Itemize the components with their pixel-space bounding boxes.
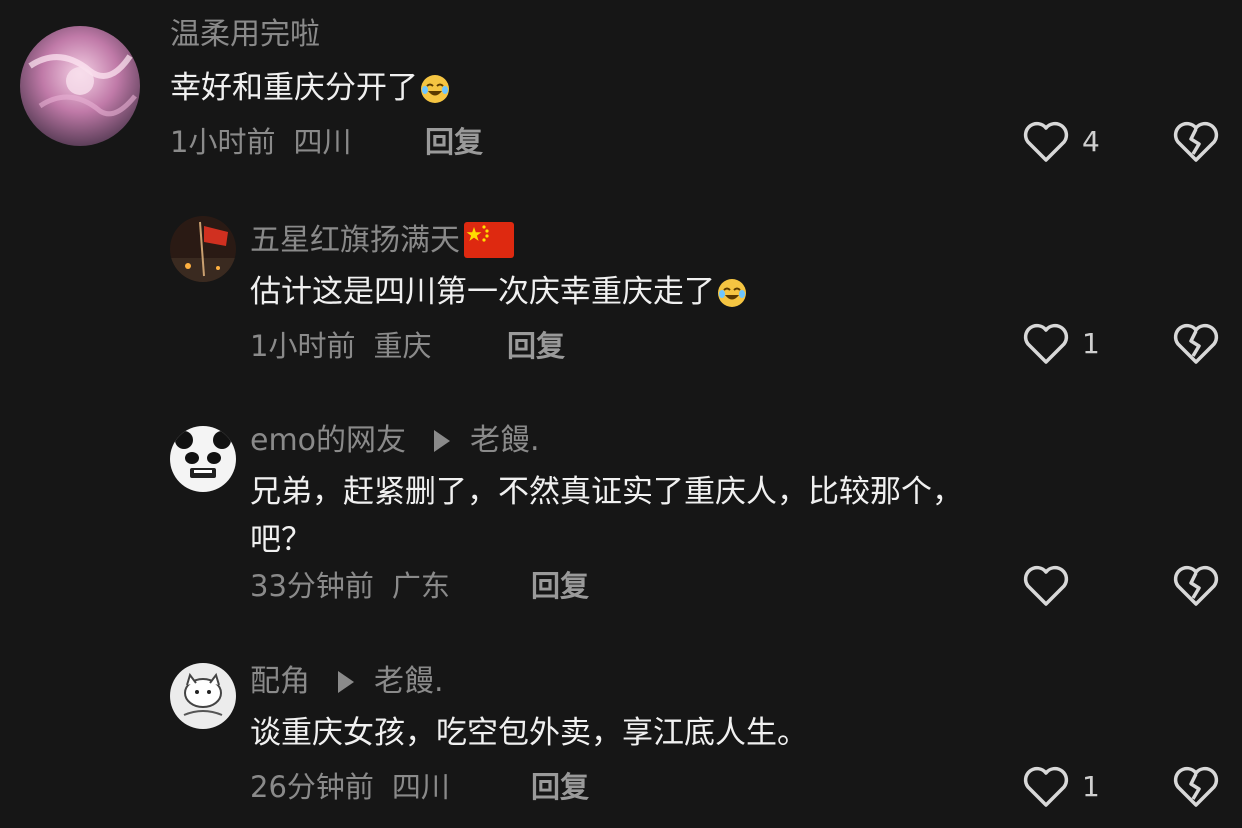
comment-location: 四川 xyxy=(293,125,352,159)
reply-button[interactable]: 回复 xyxy=(531,773,589,802)
username-text: emo的网友 xyxy=(250,423,407,458)
comment-location: 四川 xyxy=(391,770,450,804)
heart-icon xyxy=(1023,565,1069,606)
username[interactable]: 配角 老饅. xyxy=(250,667,444,697)
comment-item: 温柔用完啦 幸好和重庆分开了 1小时前 四川 回复 4 xyxy=(0,0,1242,200)
laugh-cry-emoji xyxy=(718,279,746,307)
comment-text: 兄弟，赶紧删了，不然真证实了重庆人，比较那个， 吧？ xyxy=(250,468,963,564)
china-flag-icon xyxy=(464,222,514,258)
heart-icon xyxy=(1023,766,1069,807)
dislike-button[interactable] xyxy=(1172,120,1220,168)
like-count: 1 xyxy=(1082,770,1100,803)
comment-item: emo的网友 老饅. 兄弟，赶紧删了，不然真证实了重庆人，比较那个， 吧？ 33分… xyxy=(0,400,1242,645)
reply-button[interactable]: 回复 xyxy=(507,332,565,361)
avatar[interactable] xyxy=(170,216,236,282)
reply-button[interactable]: 回复 xyxy=(531,572,589,601)
avatar[interactable] xyxy=(170,663,236,729)
dislike-button[interactable] xyxy=(1172,564,1220,612)
like-count: 1 xyxy=(1082,327,1100,360)
comment-time: 26分钟前 xyxy=(250,770,374,804)
comment-meta: 26分钟前 四川 xyxy=(250,773,450,802)
username[interactable]: emo的网友 老饅. xyxy=(250,426,540,456)
reply-to-username[interactable]: 老饅. xyxy=(374,664,444,699)
comment-time: 1小时前 xyxy=(170,125,276,159)
comment-text-content: 幸好和重庆分开了 xyxy=(170,70,418,106)
like-count: 4 xyxy=(1082,125,1100,158)
dislike-button[interactable] xyxy=(1172,765,1220,813)
comment-meta: 33分钟前 广东 xyxy=(250,572,450,601)
reply-arrow-icon xyxy=(338,671,354,693)
comment-item: 五星红旗扬满天 估计这是四川第一次庆幸重庆走了 1小时前 重庆 回复 1 xyxy=(0,200,1242,400)
username[interactable]: 温柔用完啦 xyxy=(170,20,320,50)
laugh-cry-emoji xyxy=(421,75,449,103)
reply-button[interactable]: 回复 xyxy=(425,128,483,157)
broken-heart-icon xyxy=(1173,565,1219,606)
dislike-button[interactable] xyxy=(1172,322,1220,370)
like-button[interactable] xyxy=(1022,322,1070,370)
username[interactable]: 五星红旗扬满天 xyxy=(250,222,514,258)
comment-location: 重庆 xyxy=(373,329,432,363)
broken-heart-icon xyxy=(1173,121,1219,162)
reply-to-username[interactable]: 老饅. xyxy=(470,423,540,458)
username-text: 五星红旗扬满天 xyxy=(250,223,460,258)
broken-heart-icon xyxy=(1173,766,1219,807)
comment-text: 谈重庆女孩，吃空包外卖，享江底人生。 xyxy=(250,709,808,757)
comment-list: 温柔用完啦 幸好和重庆分开了 1小时前 四川 回复 4 五星红旗扬满天 估计这是… xyxy=(0,0,1242,828)
comment-meta: 1小时前 四川 xyxy=(170,128,351,157)
comment-text-content: 谈重庆女孩，吃空包外卖，享江底人生。 xyxy=(250,715,808,751)
like-button[interactable] xyxy=(1022,120,1070,168)
heart-icon xyxy=(1023,323,1069,364)
broken-heart-icon xyxy=(1173,323,1219,364)
like-button[interactable] xyxy=(1022,765,1070,813)
comment-text: 幸好和重庆分开了 xyxy=(170,64,450,112)
comment-text-content: 估计这是四川第一次庆幸重庆走了 xyxy=(250,274,715,310)
comment-location: 广东 xyxy=(391,569,450,603)
comment-text-line: 兄弟，赶紧删了，不然真证实了重庆人，比较那个， xyxy=(250,474,963,510)
username-text: 配角 xyxy=(250,664,310,699)
avatar[interactable] xyxy=(20,26,140,146)
comment-time: 33分钟前 xyxy=(250,569,374,603)
comment-text: 估计这是四川第一次庆幸重庆走了 xyxy=(250,268,747,316)
avatar[interactable] xyxy=(170,426,236,492)
comment-item: 配角 老饅. 谈重庆女孩，吃空包外卖，享江底人生。 26分钟前 四川 回复 1 xyxy=(0,645,1242,828)
comment-time: 1小时前 xyxy=(250,329,356,363)
heart-icon xyxy=(1023,121,1069,162)
comment-text-line: 吧？ xyxy=(250,522,312,558)
reply-arrow-icon xyxy=(434,430,451,452)
comment-meta: 1小时前 重庆 xyxy=(250,332,431,361)
like-button[interactable] xyxy=(1022,564,1070,612)
